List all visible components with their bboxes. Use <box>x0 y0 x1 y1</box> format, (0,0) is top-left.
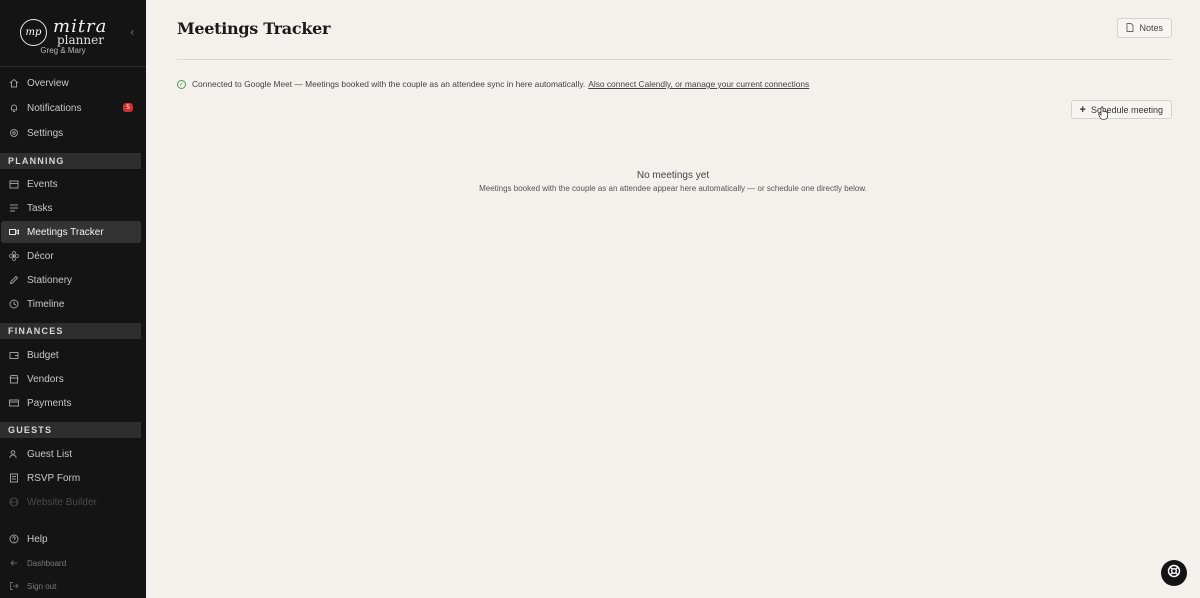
notes-label: Notes <box>1139 23 1163 33</box>
sidebar-item-label: Vendors <box>27 373 64 385</box>
sidebar-item-vendors[interactable]: Vendors <box>1 368 141 390</box>
card-icon <box>9 398 19 408</box>
sidebar-item-sign-out[interactable]: Sign out <box>1 575 141 597</box>
form-icon <box>9 473 19 483</box>
notes-button[interactable]: Notes <box>1117 18 1172 38</box>
arrow-left-icon <box>9 558 19 568</box>
support-chat-button[interactable] <box>1161 560 1187 586</box>
sidebar-item-label: Tasks <box>27 202 53 214</box>
globe-icon <box>9 497 19 507</box>
help-icon <box>9 534 19 544</box>
sidebar-item-rsvp-form[interactable]: RSVP Form <box>1 467 141 489</box>
flower-icon <box>9 251 19 261</box>
plus-icon: + <box>1079 103 1086 116</box>
couple-name: Greg & Mary <box>40 46 86 55</box>
sidebar-item-events[interactable]: Events <box>1 173 141 195</box>
sidebar-item-decor[interactable]: Décor <box>1 245 141 267</box>
sidebar-item-website-builder: Website Builder <box>1 491 141 513</box>
pen-icon <box>9 275 19 285</box>
sidebar-item-label: Stationery <box>27 274 73 286</box>
collapse-sidebar-icon[interactable]: ‹ <box>131 27 134 38</box>
empty-state-title: No meetings yet <box>636 170 710 181</box>
sidebar: mp mitra planner Greg & Mary ‹ Overview … <box>0 0 146 598</box>
clock-icon <box>9 299 19 309</box>
sidebar-item-overview[interactable]: Overview <box>1 72 141 94</box>
file-icon <box>1126 22 1134 34</box>
manage-connections-link[interactable]: Also connect Calendly, or manage your cu… <box>588 79 809 89</box>
sidebar-item-guest-list[interactable]: Guest List <box>1 443 141 465</box>
sidebar-item-payments[interactable]: Payments <box>1 392 141 414</box>
sidebar-item-label: Notifications <box>27 102 82 114</box>
sidebar-item-label: Guest List <box>27 448 73 460</box>
home-icon <box>9 78 19 88</box>
sidebar-item-tasks[interactable]: Tasks <box>1 197 141 219</box>
brand-name-sub: planner <box>57 33 104 47</box>
schedule-meeting-button[interactable]: + Schedule meeting <box>1070 100 1172 119</box>
status-text: Connected to Google Meet — Meetings book… <box>192 79 586 89</box>
sidebar-item-label: Website Builder <box>27 496 97 508</box>
divider <box>0 66 146 67</box>
sidebar-item-label: Sign out <box>27 581 57 591</box>
sidebar-item-label: Events <box>27 178 58 190</box>
users-icon <box>9 449 19 459</box>
sidebar-item-dashboard[interactable]: Dashboard <box>1 552 141 574</box>
logout-icon <box>9 581 19 591</box>
sidebar-item-label: Help <box>27 533 48 545</box>
bell-icon <box>9 103 19 113</box>
hand-cursor-icon <box>1098 106 1108 120</box>
sidebar-item-timeline[interactable]: Timeline <box>1 293 141 315</box>
check-circle-icon: ✓ <box>177 79 186 89</box>
sidebar-item-meetings-tracker[interactable]: Meetings Tracker <box>1 221 141 243</box>
list-icon <box>9 203 19 213</box>
brand-logo[interactable]: mp mitra planner Greg & Mary ‹ <box>0 0 146 64</box>
connection-status: ✓ Connected to Google Meet — Meetings bo… <box>177 79 809 89</box>
sidebar-item-stationery[interactable]: Stationery <box>1 269 141 291</box>
sidebar-item-label: Overview <box>27 77 69 89</box>
gear-icon <box>9 128 19 138</box>
wallet-icon <box>9 350 19 360</box>
empty-state-subtitle: Meetings booked with the couple as an at… <box>479 184 867 193</box>
sidebar-item-label: Dashboard <box>27 558 67 568</box>
sidebar-item-label: Décor <box>27 250 54 262</box>
section-finances: FINANCES <box>0 323 141 339</box>
sidebar-item-label: Meetings Tracker <box>27 226 104 238</box>
sidebar-item-label: Payments <box>27 397 72 409</box>
sidebar-item-label: Settings <box>27 127 64 139</box>
store-icon <box>9 374 19 384</box>
sidebar-item-label: RSVP Form <box>27 472 81 484</box>
header-divider <box>177 59 1172 60</box>
logo-monogram: mp <box>20 18 47 46</box>
sidebar-item-help[interactable]: Help <box>1 528 141 550</box>
page-title: Meetings Tracker <box>177 19 331 38</box>
video-icon <box>9 227 19 237</box>
sidebar-item-label: Budget <box>27 349 59 361</box>
section-planning: PLANNING <box>0 153 141 169</box>
section-guests: GUESTS <box>0 422 141 438</box>
main-content: Meetings Tracker Notes ✓ Connected to Go… <box>146 0 1200 598</box>
sidebar-item-notifications[interactable]: Notifications 5 <box>1 97 141 119</box>
lifebuoy-icon <box>1167 564 1181 583</box>
sidebar-item-budget[interactable]: Budget <box>1 344 141 366</box>
notification-badge: 5 <box>123 103 133 112</box>
calendar-icon <box>9 179 19 189</box>
sidebar-item-label: Timeline <box>27 298 65 310</box>
sidebar-item-settings[interactable]: Settings <box>1 122 141 144</box>
